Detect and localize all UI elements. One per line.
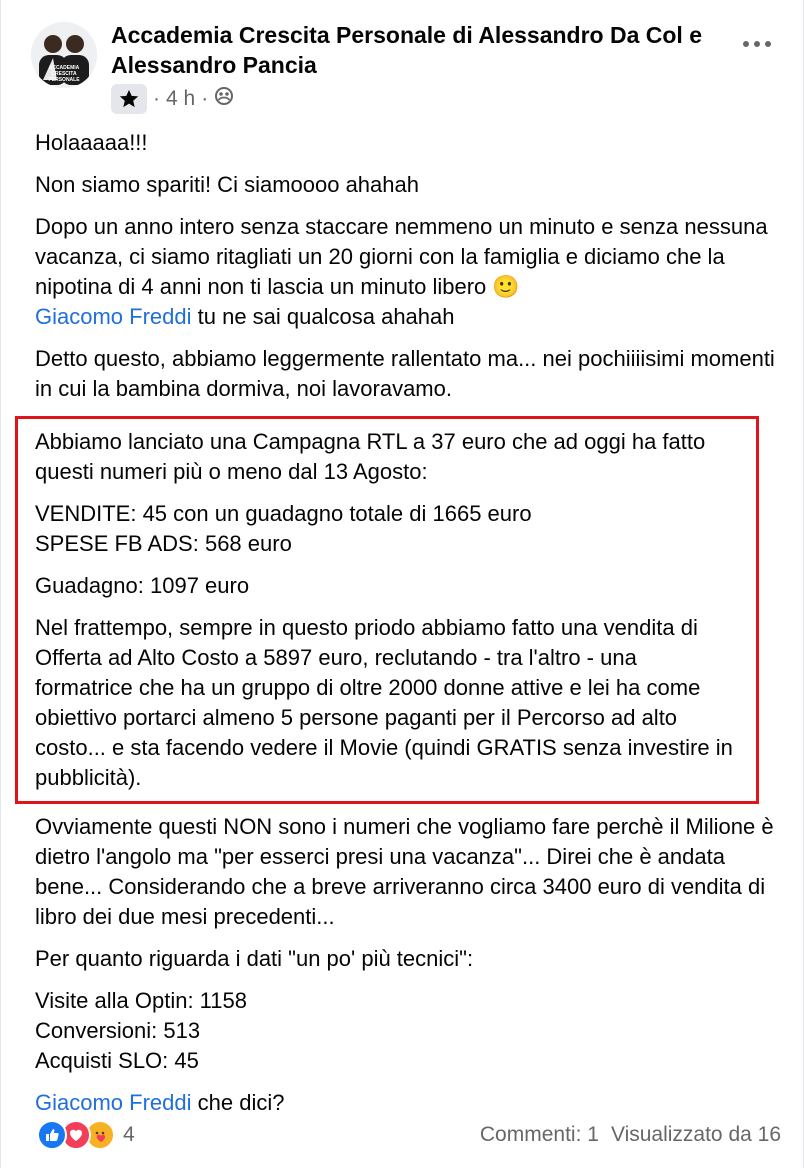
purchases-line: Acquisti SLO: 45 — [35, 1048, 199, 1073]
post-meta: · 4 h · — [111, 84, 234, 114]
paragraph: Detto questo, abbiamo leggermente rallen… — [35, 346, 775, 401]
meta-separator-2: · — [201, 87, 209, 110]
mention-link[interactable]: Giacomo Freddi — [35, 1090, 192, 1115]
optin-visits-line: Visite alla Optin: 1158 — [35, 988, 247, 1013]
group-icon — [214, 86, 234, 112]
views-count[interactable]: Visualizzato da 16 — [611, 1123, 781, 1147]
star-icon[interactable] — [111, 84, 147, 114]
reaction-count: 4 — [123, 1123, 135, 1146]
like-icon — [37, 1120, 67, 1150]
page-avatar[interactable]: ACCADEMIA CRESCITA PERSONALE — [31, 22, 97, 88]
paragraph-text: che dici? — [191, 1090, 285, 1115]
conversions-line: Conversioni: 513 — [35, 1018, 201, 1043]
avatar-image: ACCADEMIA CRESCITA PERSONALE — [31, 22, 97, 88]
paragraph: Visite alla Optin: 1158 Conversioni: 513 A… — [35, 986, 775, 1076]
paragraph: Ovviamente questi NON sono i numeri che … — [35, 814, 774, 929]
paragraph: Abbiamo lanciato una Campagna RTL a 37 e… — [35, 429, 706, 484]
post-stats: Commenti: 1 Visualizzato da 16 — [480, 1123, 781, 1147]
ads-spend-line: SPESE FB ADS: 568 euro — [35, 531, 292, 556]
paragraph-text: Dopo un anno intero senza staccare nemme… — [35, 214, 768, 299]
paragraph: Holaaaaa!!! — [35, 130, 148, 155]
post-card: ACCADEMIA CRESCITA PERSONALE Accademia C… — [0, 0, 804, 1168]
meta-separator: · — [153, 87, 160, 110]
paragraph: Nel frattempo, sempre in questo priodo a… — [35, 615, 733, 790]
paragraph: VENDITE: 45 con un guadagno totale di 16… — [35, 499, 740, 559]
paragraph: Per quanto riguarda i dati "un po' più t… — [35, 946, 474, 971]
highlight-box: Abbiamo lanciato una Campagna RTL a 37 e… — [15, 416, 759, 804]
page-name[interactable]: Accademia Crescita Personale di Alessand… — [111, 20, 731, 80]
comments-count[interactable]: Commenti: 1 — [480, 1123, 599, 1147]
mention-link[interactable]: Giacomo Freddi — [35, 304, 192, 329]
paragraph-text: tu ne sai qualcosa ahahah — [191, 304, 455, 329]
paragraph: Non siamo spariti! Ci siamoooo ahahah — [35, 172, 419, 197]
post-time[interactable]: 4 h — [166, 87, 195, 111]
profit-line: Guadagno: 1097 euro — [35, 573, 250, 598]
post-footer: 4 Commenti: 1 Visualizzato da 16 — [37, 1118, 781, 1152]
paragraph: Giacomo Freddi che dici? — [35, 1088, 775, 1118]
reactions-summary[interactable]: 4 — [37, 1120, 135, 1150]
paragraph: Dopo un anno intero senza staccare nemme… — [35, 212, 775, 332]
smile-emoji-icon: 🙂 — [492, 274, 520, 299]
svg-text:PERSONALE: PERSONALE — [48, 77, 80, 83]
more-options-icon[interactable] — [737, 34, 777, 54]
post-body: Holaaaaa!!! Non siamo spariti! Ci siamoo… — [15, 128, 775, 1130]
sales-line: VENDITE: 45 con un guadagno totale di 16… — [35, 501, 532, 526]
